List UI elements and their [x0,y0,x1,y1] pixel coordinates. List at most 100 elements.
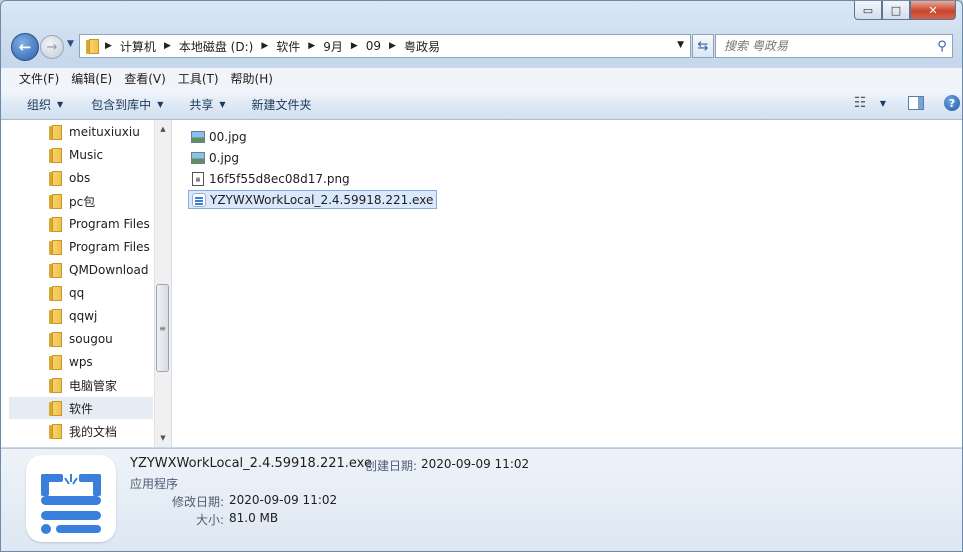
menu-edit[interactable]: 编辑(E) [65,70,118,87]
png-icon: ▦ [192,171,204,186]
folder-icon [49,354,63,370]
chevron-right-icon[interactable]: ▶ [303,41,320,51]
forward-button[interactable]: → [40,35,64,59]
size-label: 大小: [196,513,225,527]
tree-item[interactable]: Program Files [9,213,153,235]
address-bar[interactable]: ▶ 计算机 ▶ 本地磁盘 (D:) ▶ 软件 ▶ 9月 ▶ 09 ▶ 粤政易 ▼ [79,34,691,58]
tree-item-label: qq [69,286,85,300]
caret-down-icon: ▼ [157,99,164,109]
tree-item[interactable]: 电脑管家 [9,374,153,396]
file-item[interactable]: ▦ 16f5f55d8ec08d17.png [188,169,353,188]
menu-help[interactable]: 帮助(H) [225,70,279,87]
search-icon[interactable]: ⚲ [932,39,952,54]
chevron-right-icon[interactable]: ▶ [346,41,363,51]
breadcrumb-software[interactable]: 软件 [273,38,303,55]
include-in-library-button[interactable]: 包含到库中 ▼ [81,96,173,113]
folder-icon [49,147,63,163]
share-button[interactable]: 共享 ▼ [179,96,235,113]
tree-item-label: obs [69,171,91,185]
tree-item-selected[interactable]: 软件 [9,397,153,419]
tree-item[interactable]: pc包 [9,190,153,212]
tree-item[interactable]: QMDownload [9,259,153,281]
breadcrumb-september[interactable]: 9月 [320,38,346,55]
detail-filename: YZYWXWorkLocal_2.4.59918.221.exe [130,456,372,471]
tree-item[interactable]: 我的文档 [9,420,153,442]
navigation-pane: meituxiuxiu Music obs pc包 Program Files … [1,120,172,447]
folder-icon [49,331,63,347]
folder-icon [49,308,63,324]
modified-date-label: 修改日期: [172,495,225,509]
refresh-button[interactable]: ⇆ [692,34,714,58]
view-options-icon[interactable]: ☷ [854,96,870,110]
tree-item-label: pc包 [69,194,96,209]
scroll-thumb[interactable]: ≡ [156,284,169,372]
search-box[interactable]: ⚲ [715,34,953,58]
preview-pane-icon[interactable] [908,96,924,110]
menu-tools[interactable]: 工具(T) [172,70,225,87]
breadcrumb-drive-d[interactable]: 本地磁盘 (D:) [176,38,256,55]
tree-item-label: Program Files [69,240,150,254]
folder-icon [49,170,63,186]
file-name: 16f5f55d8ec08d17.png [209,171,350,186]
breadcrumb-current-folder[interactable]: 粤政易 [401,38,443,55]
folder-icon [49,423,63,439]
tree-item-label: 软件 [69,401,94,416]
file-item[interactable]: 00.jpg [188,127,250,146]
tree-item[interactable]: qqwj [9,305,153,327]
app-icon [26,455,116,542]
tree-item[interactable]: wps [9,351,153,373]
view-dropdown-icon[interactable]: ▼ [880,99,886,108]
tree-item[interactable]: sougou [9,328,153,350]
tree-item[interactable]: qq [9,282,153,304]
organize-button[interactable]: 组织 ▼ [17,96,73,113]
breadcrumb-computer[interactable]: 计算机 [117,38,159,55]
tree-item-label: sougou [69,332,113,346]
chevron-right-icon[interactable]: ▶ [100,41,117,51]
explorer-window: ▭ □ ✕ ← → ▼ ▶ 计算机 ▶ 本地磁盘 (D:) ▶ 软件 ▶ 9月 … [0,0,963,552]
image-icon [191,151,205,164]
app-logo-icon [41,474,101,534]
chevron-right-icon[interactable]: ▶ [256,41,273,51]
search-input[interactable] [722,38,932,54]
folder-icon [49,285,63,301]
folder-icon [86,38,100,54]
minimize-button[interactable]: ▭ [854,1,882,20]
folder-icon [49,239,63,255]
tree-item-label: 电脑管家 [69,378,118,393]
file-item[interactable]: 0.jpg [188,148,242,167]
organize-label: 组织 [27,97,52,112]
breadcrumb-09[interactable]: 09 [363,39,384,53]
close-button[interactable]: ✕ [910,1,956,20]
scroll-up-icon[interactable]: ▲ [155,122,171,136]
tree-item[interactable]: Music [9,144,153,166]
tree-item[interactable]: Program Files [9,236,153,258]
folder-icon [49,124,63,140]
help-icon[interactable]: ? [944,95,960,111]
menu-view[interactable]: 查看(V) [118,70,172,87]
new-folder-button[interactable]: 新建文件夹 [242,96,322,113]
toolbar-right-group: ☷ ▼ ? [854,95,960,111]
menu-file[interactable]: 文件(F) [13,70,65,87]
navigation-row: ← → ▼ ▶ 计算机 ▶ 本地磁盘 (D:) ▶ 软件 ▶ 9月 ▶ 09 ▶… [9,31,954,61]
folder-icon [49,400,63,416]
file-list: 00.jpg 0.jpg ▦ 16f5f55d8ec08d17.png YZYW… [172,120,962,447]
recent-pages-dropdown[interactable]: ▼ [67,39,74,49]
folder-icon [49,216,63,232]
include-in-library-label: 包含到库中 [91,97,152,112]
caption-buttons: ▭ □ ✕ [854,1,956,20]
folder-icon [49,377,63,393]
tree-scrollbar[interactable]: ▲ ≡ ▼ [154,120,171,447]
file-name: YZYWXWorkLocal_2.4.59918.221.exe [210,192,434,207]
back-button[interactable]: ← [11,33,39,61]
tree-item[interactable]: obs [9,167,153,189]
scroll-down-icon[interactable]: ▼ [155,431,171,445]
file-item-selected[interactable]: YZYWXWorkLocal_2.4.59918.221.exe [188,190,438,209]
tree-item[interactable]: meituxiuxiu [9,121,153,143]
chevron-right-icon[interactable]: ▶ [159,41,176,51]
created-date-value: 2020-09-09 11:02 [421,457,530,471]
tree-item-label: QMDownload [69,263,149,277]
caret-down-icon: ▼ [219,99,226,109]
chevron-right-icon[interactable]: ▶ [384,41,401,51]
maximize-button[interactable]: □ [882,1,910,20]
address-dropdown-icon[interactable]: ▼ [677,40,684,50]
